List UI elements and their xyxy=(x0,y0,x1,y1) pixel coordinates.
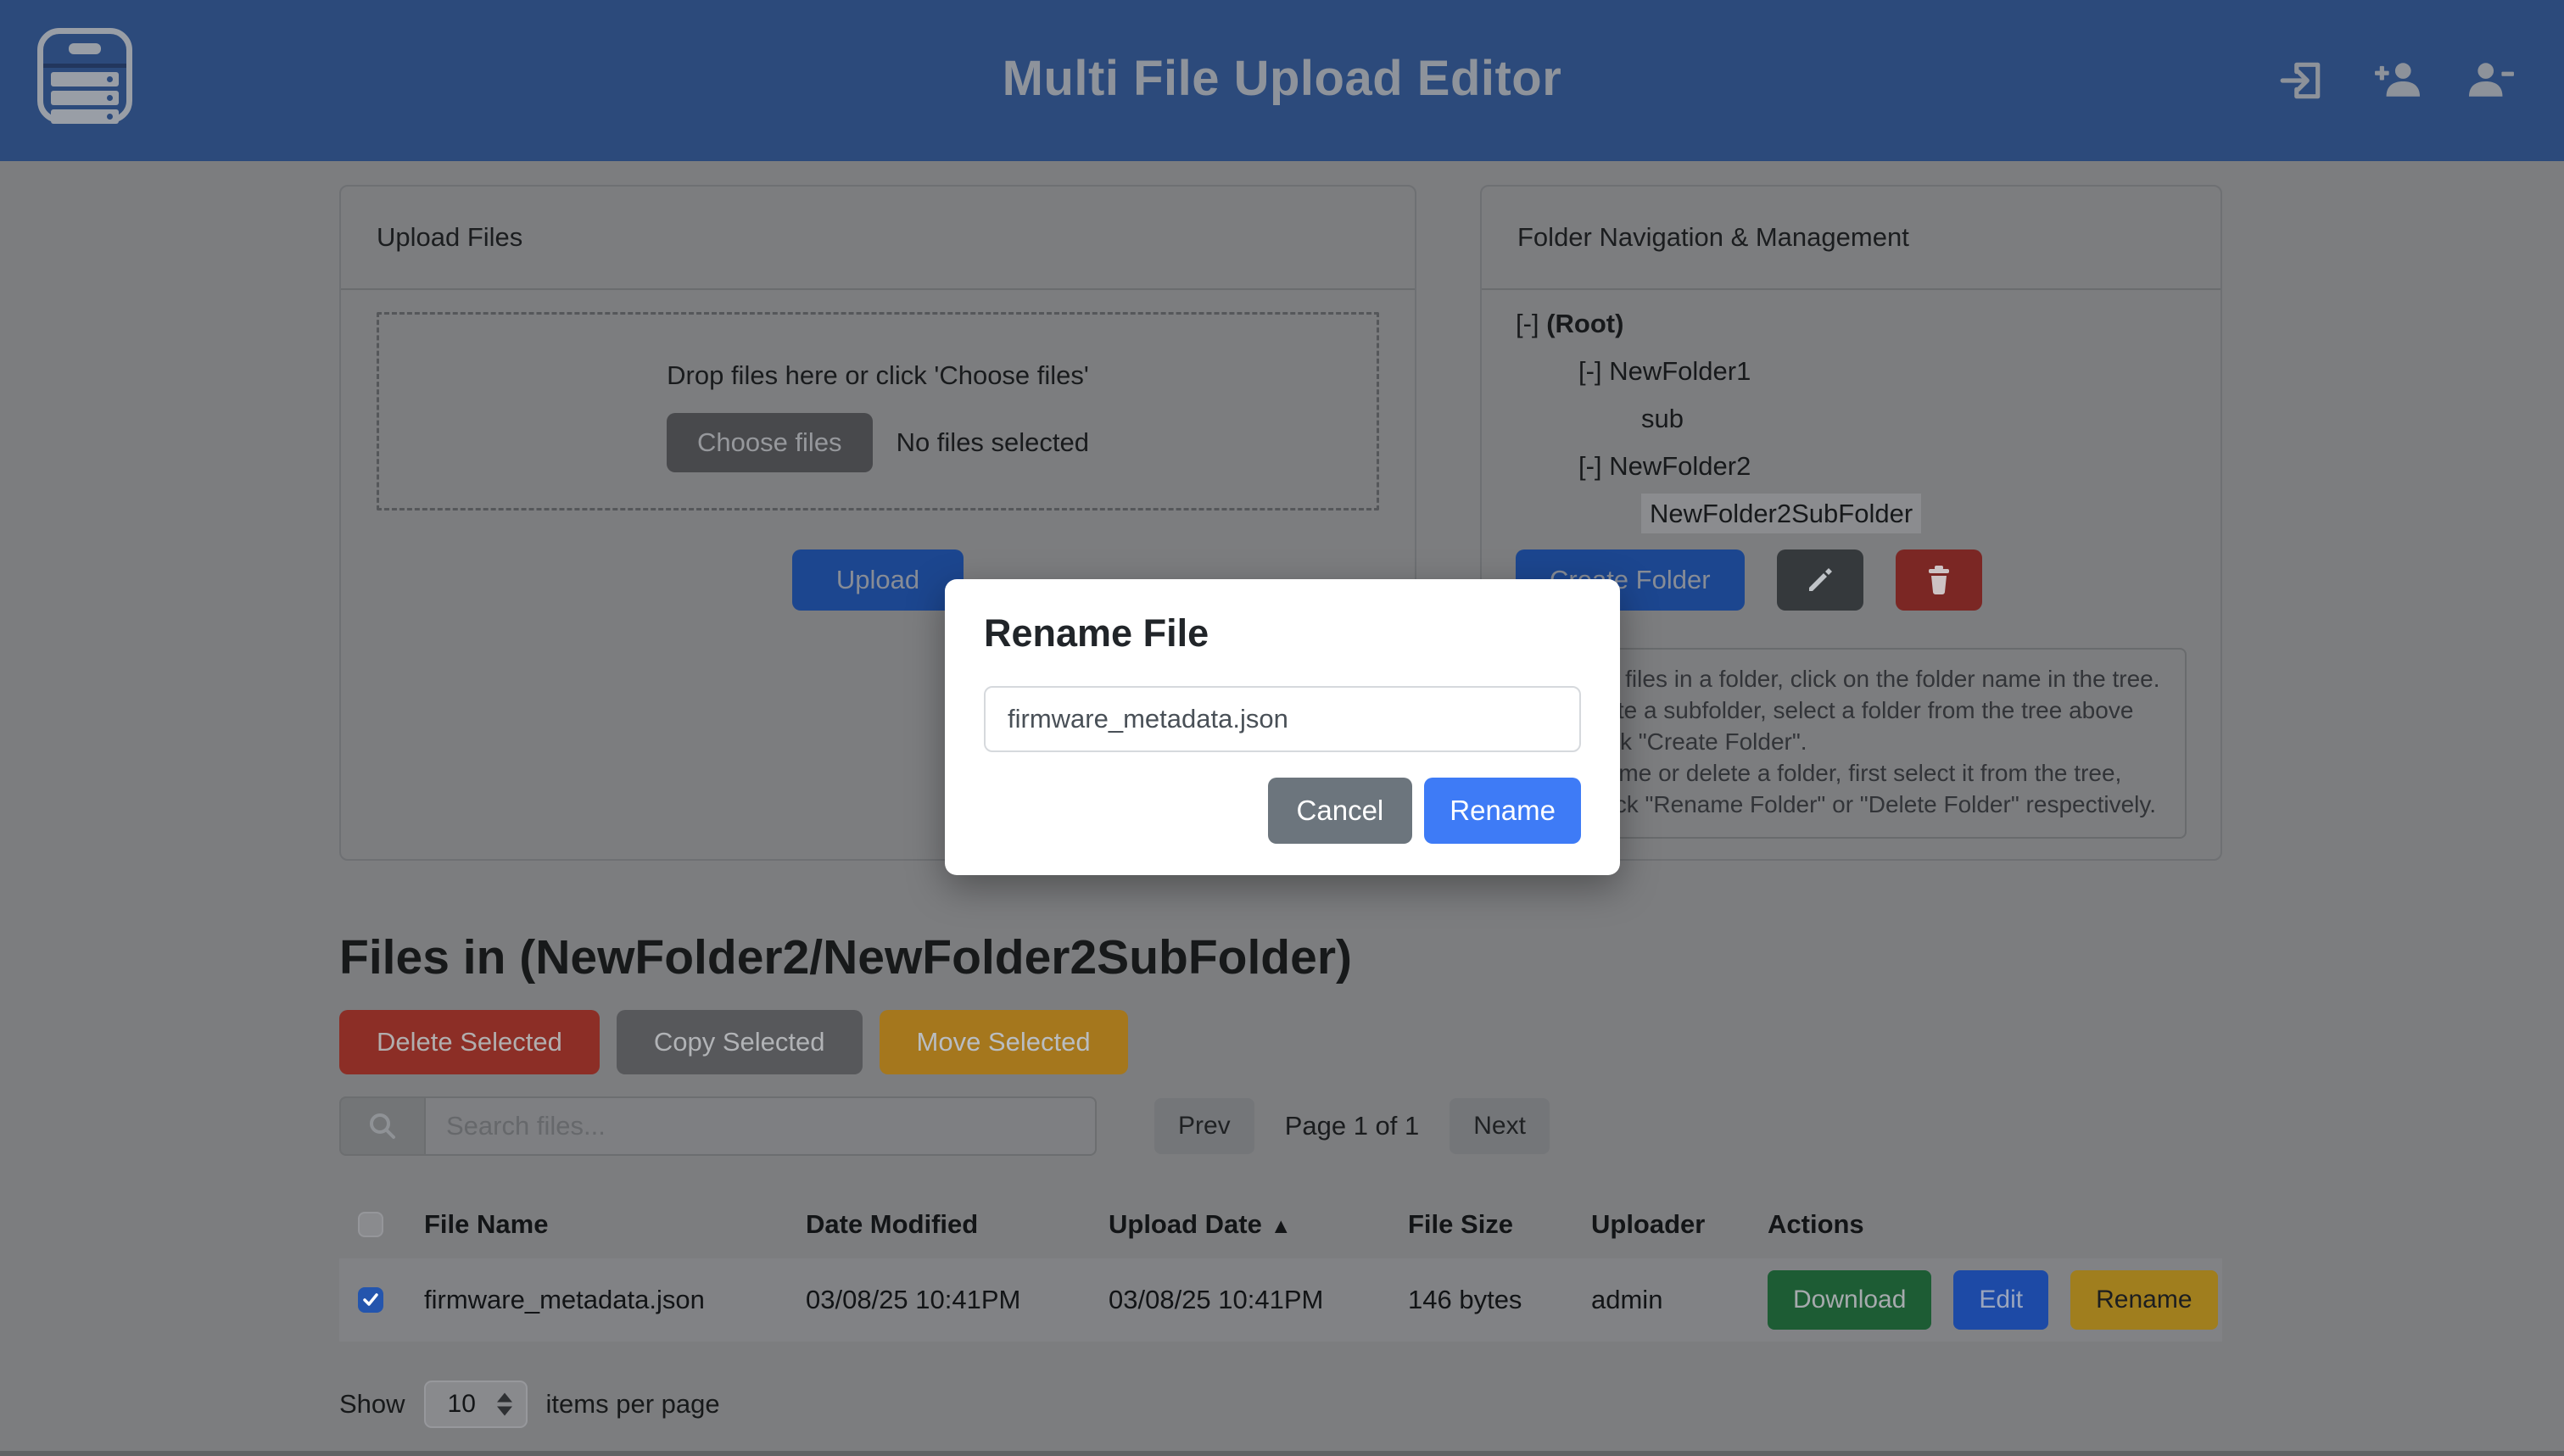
column-header-uploader[interactable]: Uploader xyxy=(1591,1209,1768,1240)
folder-panel-title: Folder Navigation & Management xyxy=(1482,187,2220,290)
column-header-upload-date[interactable]: Upload Date▲ xyxy=(1109,1209,1408,1240)
cell-file-name: firmware_metadata.json xyxy=(424,1285,806,1315)
window-bottom-edge xyxy=(0,1451,2564,1456)
upload-button[interactable]: Upload xyxy=(792,549,964,611)
app-header: Multi File Upload Editor xyxy=(0,0,2564,161)
help-line: To rename or delete a folder, first sele… xyxy=(1539,757,2163,820)
search-addon xyxy=(339,1096,424,1156)
modal-rename-button[interactable]: Rename xyxy=(1424,778,1581,844)
rename-folder-button[interactable] xyxy=(1777,549,1863,611)
choose-files-button[interactable]: Choose files xyxy=(667,413,873,472)
next-page-button[interactable]: Next xyxy=(1450,1098,1550,1154)
items-per-page-suffix: items per page xyxy=(546,1389,720,1420)
tree-item-newfolder1[interactable]: [-] NewFolder1 xyxy=(1516,348,2187,395)
upload-panel-title: Upload Files xyxy=(341,187,1415,290)
delete-folder-button[interactable] xyxy=(1896,549,1982,611)
column-header-actions: Actions xyxy=(1768,1209,2222,1240)
tree-label-selected[interactable]: NewFolder2SubFolder xyxy=(1641,494,1921,533)
tree-item-root[interactable]: [-] (Root) xyxy=(1516,300,2187,348)
files-table-header: File Name Date Modified Upload Date▲ Fil… xyxy=(339,1197,2222,1252)
login-icon[interactable] xyxy=(2279,58,2325,103)
delete-selected-button[interactable]: Delete Selected xyxy=(339,1010,600,1074)
search-icon xyxy=(367,1111,398,1141)
no-files-selected-text: No files selected xyxy=(897,427,1089,458)
column-header-date-modified[interactable]: Date Modified xyxy=(806,1209,1109,1240)
prev-page-button[interactable]: Prev xyxy=(1154,1098,1254,1154)
help-line: To create a subfolder, select a folder f… xyxy=(1539,695,2163,757)
rename-filename-input[interactable] xyxy=(984,686,1581,752)
table-row: firmware_metadata.json 03/08/25 10:41PM … xyxy=(339,1258,2222,1342)
tree-toggle[interactable]: [-] xyxy=(1578,356,1602,386)
cancel-button[interactable]: Cancel xyxy=(1268,778,1413,844)
cell-file-size: 146 bytes xyxy=(1408,1285,1591,1315)
help-line: To view files in a folder, click on the … xyxy=(1539,663,2163,695)
tree-toggle[interactable]: [-] xyxy=(1516,309,1539,338)
tree-label[interactable]: sub xyxy=(1641,404,1684,433)
column-header-file-size[interactable]: File Size xyxy=(1408,1209,1591,1240)
tree-item-sub[interactable]: sub xyxy=(1516,395,2187,443)
cell-upload-date: 03/08/25 10:41PM xyxy=(1109,1285,1408,1315)
move-selected-button[interactable]: Move Selected xyxy=(880,1010,1128,1074)
checkmark-icon xyxy=(361,1291,380,1309)
row-checkbox[interactable] xyxy=(358,1287,383,1313)
tree-label[interactable]: NewFolder2 xyxy=(1609,451,1751,481)
tree-item-newfolder2subfolder[interactable]: NewFolder2SubFolder xyxy=(1516,490,2187,538)
tree-label[interactable]: (Root) xyxy=(1546,309,1623,338)
items-per-page-select[interactable]: 10 xyxy=(424,1381,528,1428)
add-user-icon[interactable] xyxy=(2374,58,2420,103)
rename-button[interactable]: Rename xyxy=(2070,1270,2217,1330)
show-label: Show xyxy=(339,1389,405,1420)
app-root: Multi File Upload Editor Upload Files xyxy=(0,0,2564,1456)
page-indicator: Page 1 of 1 xyxy=(1285,1111,1420,1141)
trash-icon xyxy=(1922,563,1956,597)
search-input[interactable] xyxy=(424,1096,1097,1156)
pencil-icon xyxy=(1804,564,1836,596)
files-table: File Name Date Modified Upload Date▲ Fil… xyxy=(339,1197,2222,1342)
select-all-checkbox[interactable] xyxy=(358,1212,383,1237)
files-section-heading: Files in (NewFolder2/NewFolder2SubFolder… xyxy=(339,929,1352,985)
sort-ascending-icon: ▲ xyxy=(1271,1214,1292,1238)
modal-title: Rename File xyxy=(984,611,1581,655)
header-icon-group xyxy=(2279,0,2515,161)
copy-selected-button[interactable]: Copy Selected xyxy=(617,1010,863,1074)
items-per-page-value: 10 xyxy=(426,1390,476,1419)
edit-button[interactable]: Edit xyxy=(1953,1270,2048,1330)
file-dropzone[interactable]: Drop files here or click 'Choose files' … xyxy=(377,312,1379,510)
page-title: Multi File Upload Editor xyxy=(0,0,2564,158)
dropzone-instructions: Drop files here or click 'Choose files' xyxy=(379,360,1377,391)
rename-file-modal: Rename File Cancel Rename xyxy=(945,579,1620,875)
tree-item-newfolder2[interactable]: [-] NewFolder2 xyxy=(1516,443,2187,490)
cell-date-modified: 03/08/25 10:41PM xyxy=(806,1285,1109,1315)
download-button[interactable]: Download xyxy=(1768,1270,1931,1330)
select-stepper-icon xyxy=(497,1393,512,1416)
cell-uploader: admin xyxy=(1591,1285,1768,1315)
tree-toggle[interactable]: [-] xyxy=(1578,451,1602,481)
tree-label[interactable]: NewFolder1 xyxy=(1609,356,1751,386)
column-header-file-name[interactable]: File Name xyxy=(424,1209,806,1240)
remove-user-icon[interactable] xyxy=(2469,58,2515,103)
